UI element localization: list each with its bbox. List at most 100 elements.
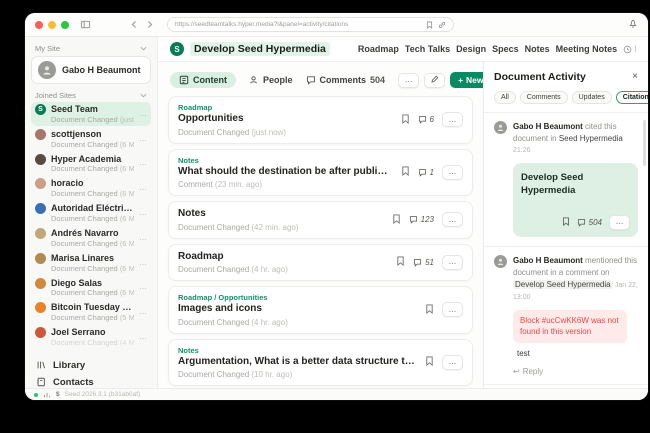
bookmark-icon[interactable] [562,213,570,231]
more-options-button[interactable]: … [398,73,419,88]
new-label: New [466,75,483,85]
filter-updates[interactable]: Updates [572,91,612,104]
nav-item-notes[interactable]: Notes [525,44,550,54]
sidebar-site-marisa-linares[interactable]: Marisa Linares Document Changed (6 Mar) … [31,251,151,275]
nav-item-feed[interactable]: Feed [623,44,636,54]
my-site-profile[interactable]: Gabo H Beaumont [31,56,151,84]
doc-comments[interactable]: 6 [418,115,434,124]
citation-comments[interactable]: 504 [577,218,602,227]
sidebar-site-diego-salas[interactable]: Diego Salas Document Changed (6 Mar) … [31,276,151,300]
doc-time: (4 hr. ago) [251,318,287,327]
site-more-button[interactable]: … [139,283,147,291]
doc-card-images-and-icons[interactable]: Roadmap / Opportunities Images and icons… [168,286,473,334]
minimize-window-button[interactable] [48,21,56,29]
notifications-bell-icon[interactable] [628,16,638,34]
site-avatar: S [35,104,46,115]
reply-label: Reply [523,367,543,376]
doc-comments[interactable]: 51 [413,258,434,267]
plus-icon: + [458,75,463,85]
tab-comments[interactable]: Comments 504 [306,75,386,85]
doc-more-button[interactable]: … [442,212,463,227]
doc-comment-count: 51 [425,258,434,267]
sidebar-item-contacts[interactable]: Contacts [31,374,151,388]
tab-content[interactable]: Content [170,72,236,88]
nav-item-roadmap[interactable]: Roadmap [358,44,399,54]
sidebar-site-hyper-academia[interactable]: Hyper Academia Document Changed (6 Mar) … [31,152,151,176]
sidebar-site-bitcoin-tuesday-madrid[interactable]: Bitcoin Tuesday Madrid Document Changed … [31,300,151,324]
sidebar-site-horacio[interactable]: horacio Document Changed (6 Mar) … [31,176,151,200]
site-name: Marisa Linares [51,253,134,264]
citation-more-button[interactable]: … [609,215,630,230]
site-more-button[interactable]: … [139,333,147,341]
back-icon[interactable] [130,16,138,34]
doc-card-notes[interactable]: Notes Document Changed (42 min. ago) 123… [168,201,473,239]
doc-more-button[interactable]: … [442,165,463,180]
bookmark-icon[interactable] [425,353,434,371]
url-bar[interactable]: https://seedteamtalks.hyper.media?l&pane… [167,17,454,32]
forward-icon[interactable] [146,16,154,34]
sidebar-toggle-icon[interactable] [80,19,91,30]
nav-item-design[interactable]: Design [456,44,486,54]
doc-card-roadmap[interactable]: Roadmap Document Changed (4 hr. ago) 51 … [168,244,473,282]
doc-comments[interactable]: 1 [418,168,434,177]
sidebar-site-joel-serrano[interactable]: Joel Serrano Document Changed (4 Mar) … [31,325,151,349]
site-more-button[interactable]: … [139,259,147,267]
bookmark-icon[interactable] [401,111,410,129]
bookmark-icon[interactable] [396,253,405,271]
bookmark-icon[interactable] [426,21,433,29]
nav-item-specs[interactable]: Specs [492,44,519,54]
site-more-button[interactable]: … [139,209,147,217]
site-more-button[interactable]: … [139,184,147,192]
citation-card[interactable]: Develop Seed Hypermedia 504 … [513,163,638,237]
site-logo[interactable]: S [170,42,184,56]
nav-item-meeting-notes[interactable]: Meeting Notes [556,44,618,54]
doc-more-button[interactable]: … [442,255,463,270]
site-event: Document Changed [51,115,118,124]
scrollbar-thumb[interactable] [643,120,646,166]
site-title[interactable]: Develop Seed Hypermedia [190,42,330,56]
sidebar-item-library[interactable]: Library [31,357,151,374]
site-info: Bitcoin Tuesday Madrid Document Changed … [51,302,134,322]
bookmark-icon[interactable] [401,163,410,181]
doc-more-button[interactable]: … [442,355,463,370]
bookmark-icon[interactable] [425,301,434,319]
site-more-button[interactable]: … [139,135,147,143]
close-window-button[interactable] [35,21,43,29]
nav-item-tech-talks[interactable]: Tech Talks [405,44,450,54]
site-more-button[interactable]: … [139,234,147,242]
activity-filters: All Comments Updates Citation [484,88,648,113]
sidebar-site-andres-navarro[interactable]: Andrés Navarro Document Changed (6 Mar) … [31,226,151,250]
doc-card-opportunities[interactable]: Roadmap Opportunities Document Changed (… [168,96,473,144]
doc-more-button[interactable]: … [442,302,463,317]
doc-comment-count: 123 [421,215,434,224]
bookmark-icon[interactable] [392,211,401,229]
author-name[interactable]: Gabo H Beaumont [513,122,583,131]
site-more-button[interactable]: … [139,159,147,167]
target-doc-link[interactable]: Develop Seed Hypermedia [513,280,613,289]
filter-comments[interactable]: Comments [520,91,568,104]
sidebar-site-autoridad-electrica[interactable]: Autoridad Eléctrica de Norlandia ... Doc… [31,201,151,225]
new-document-button[interactable]: +New [450,72,483,88]
sidebar-site-seed-team[interactable]: S Seed Team Document Changed (just now) … [31,102,151,126]
doc-more-button[interactable]: … [442,112,463,127]
my-site-section-header[interactable]: My Site [31,41,151,55]
filter-all[interactable]: All [494,91,516,104]
close-icon[interactable]: × [632,72,638,82]
copy-link-icon[interactable] [438,21,446,29]
joined-sites-section-header[interactable]: Joined Sites [31,88,151,102]
doc-card-destination-question[interactable]: Notes What should the destination be aft… [168,149,473,197]
zoom-window-button[interactable] [61,21,69,29]
doc-card-argumentation[interactable]: Notes Argumentation, What is a better da… [168,339,473,387]
edit-button[interactable] [424,73,445,88]
site-more-button[interactable]: … [139,110,147,118]
wallet-indicator[interactable]: $ [56,391,60,398]
sidebar-site-scottjenson[interactable]: scottjenson Document Changed (6 Mar) … [31,127,151,151]
author-name[interactable]: Gabo H Beaumont [513,256,583,265]
doc-activity: Document Changed (10 hr. ago) [178,370,417,379]
target-doc-link[interactable]: Seed Hypermedia [559,134,623,143]
site-more-button[interactable]: … [139,308,147,316]
filter-citation[interactable]: Citation [616,91,648,104]
reply-button[interactable]: ↩ Reply [513,367,638,376]
tab-people[interactable]: People [249,75,293,85]
doc-comments[interactable]: 123 [409,215,434,224]
